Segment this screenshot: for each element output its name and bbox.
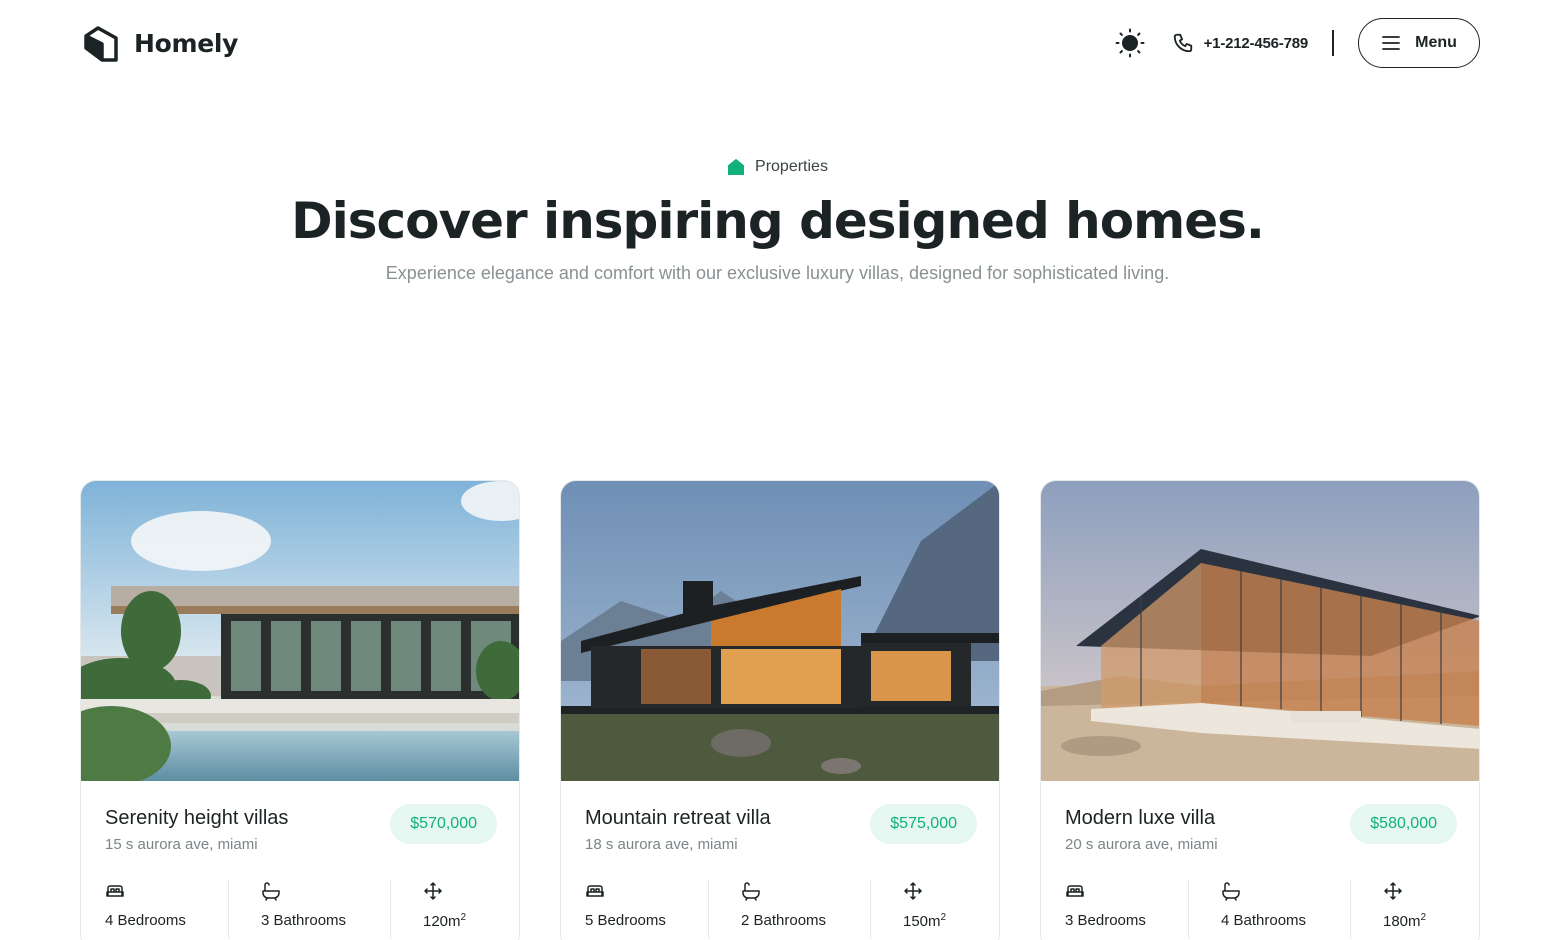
bathrooms-label: 3 Bathrooms — [261, 912, 347, 929]
section-eyebrow: Properties — [0, 158, 1555, 176]
property-title[interactable]: Mountain retreat villa — [585, 807, 771, 830]
brand-logo[interactable]: Homely — [82, 24, 238, 62]
move-arrows-icon — [904, 882, 922, 900]
property-features: 3 Bedrooms 4 Bathrooms 180m2 — [1041, 879, 1479, 939]
price-badge: $580,000 — [1350, 804, 1457, 844]
bedrooms-label: 4 Bedrooms — [105, 912, 186, 929]
bed-icon — [586, 885, 604, 897]
menu-label: Menu — [1415, 34, 1457, 51]
area-label: 180m2 — [1383, 912, 1427, 930]
bathtub-icon — [742, 882, 760, 901]
property-title[interactable]: Modern luxe villa — [1065, 807, 1215, 830]
property-address: 15 s aurora ave, miami — [105, 836, 258, 853]
feature-area: 180m2 — [1350, 879, 1479, 939]
feature-bedrooms: 3 Bedrooms — [1041, 879, 1188, 939]
feature-area: 120m2 — [390, 879, 519, 939]
property-card-body: Mountain retreat villa 18 s aurora ave, … — [561, 781, 999, 940]
sun-icon — [1115, 28, 1145, 58]
move-arrows-icon — [1384, 882, 1402, 900]
bed-icon — [1066, 885, 1084, 897]
area-label: 120m2 — [423, 912, 467, 930]
bathtub-icon — [262, 882, 280, 901]
bathrooms-label: 2 Bathrooms — [741, 912, 827, 929]
property-features: 4 Bedrooms 3 Bathrooms 120m2 — [81, 879, 519, 939]
phone-icon — [1173, 33, 1192, 53]
hamburger-icon — [1382, 36, 1401, 50]
header-actions: +1-212-456-789 Menu — [1114, 18, 1480, 68]
property-photo — [1041, 481, 1479, 781]
property-card[interactable]: Modern luxe villa 20 s aurora ave, miami… — [1040, 480, 1480, 940]
area-label: 150m2 — [903, 912, 947, 930]
phone-link[interactable]: +1-212-456-789 — [1172, 32, 1308, 54]
brand-name: Homely — [134, 28, 239, 58]
property-card-body: Modern luxe villa 20 s aurora ave, miami… — [1041, 781, 1479, 940]
bathtub-icon — [1222, 882, 1240, 901]
page-subtitle: Experience elegance and comfort with our… — [385, 263, 1170, 283]
property-title[interactable]: Serenity height villas — [105, 807, 288, 830]
page-title: Discover inspiring designed homes. — [291, 192, 1265, 250]
price-badge: $570,000 — [390, 804, 497, 844]
property-photo — [81, 481, 519, 781]
house-logo-icon — [84, 26, 118, 62]
property-address: 20 s aurora ave, miami — [1065, 836, 1218, 853]
feature-bedrooms: 4 Bedrooms — [81, 879, 228, 939]
header-divider — [1332, 30, 1334, 56]
property-card[interactable]: Serenity height villas 15 s aurora ave, … — [80, 480, 520, 940]
property-photo — [561, 481, 999, 781]
price-badge: $575,000 — [870, 804, 977, 844]
menu-button[interactable]: Menu — [1358, 18, 1480, 68]
eyebrow-label: Properties — [755, 158, 828, 175]
bathrooms-label: 4 Bathrooms — [1221, 912, 1307, 929]
feature-bathrooms: 2 Bathrooms — [708, 879, 870, 939]
bed-icon — [106, 885, 124, 897]
feature-bedrooms: 5 Bedrooms — [561, 879, 708, 939]
phone-number: +1-212-456-789 — [1203, 34, 1309, 52]
property-card[interactable]: Mountain retreat villa 18 s aurora ave, … — [560, 480, 1000, 940]
property-features: 5 Bedrooms 2 Bathrooms 150m2 — [561, 879, 999, 939]
feature-bathrooms: 3 Bathrooms — [228, 879, 390, 939]
site-header: Homely +1-212-456-789 Menu — [0, 0, 1555, 86]
bedrooms-label: 5 Bedrooms — [585, 912, 666, 929]
property-address: 18 s aurora ave, miami — [585, 836, 738, 853]
move-arrows-icon — [424, 882, 442, 900]
property-card-body: Serenity height villas 15 s aurora ave, … — [81, 781, 519, 940]
house-icon — [728, 159, 745, 175]
theme-toggle-button[interactable] — [1114, 27, 1146, 59]
feature-bathrooms: 4 Bathrooms — [1188, 879, 1350, 939]
feature-area: 150m2 — [870, 879, 999, 939]
bedrooms-label: 3 Bedrooms — [1065, 912, 1146, 929]
